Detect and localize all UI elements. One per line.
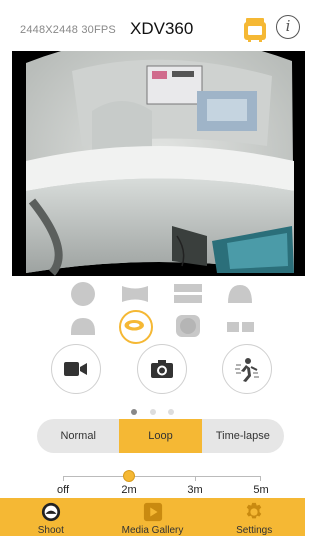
- slider-track: [63, 476, 261, 477]
- dome-view-icon[interactable]: [227, 284, 253, 304]
- timelapse-mode-option[interactable]: Time-lapse: [202, 419, 284, 453]
- shoot-icon: [41, 502, 60, 522]
- tab-settings[interactable]: Settings: [203, 498, 305, 536]
- slider-label-2m: 2m: [121, 484, 137, 496]
- video-mode-button[interactable]: [51, 344, 101, 394]
- burst-mode-button[interactable]: [222, 344, 272, 394]
- photo-camera-icon: [151, 360, 173, 378]
- page-dot[interactable]: [167, 409, 174, 415]
- view-mode-selector: [0, 282, 305, 347]
- burst-icon: [235, 358, 259, 382]
- header: 2448X2448 30FPS XDV360 i: [0, 0, 305, 44]
- tab-settings-label: Settings: [236, 525, 273, 536]
- tab-shoot-label: Shoot: [37, 525, 64, 536]
- video-camera-icon: [64, 362, 87, 376]
- info-icon[interactable]: i: [276, 15, 300, 39]
- tab-media-gallery[interactable]: Media Gallery: [102, 498, 204, 536]
- page-dot[interactable]: [131, 409, 138, 415]
- sphere-view-icon[interactable]: [69, 282, 97, 306]
- slider-label-off: off: [56, 484, 70, 496]
- loop-duration-slider[interactable]: [63, 470, 261, 484]
- slider-thumb[interactable]: [123, 470, 135, 482]
- camera-status-icon[interactable]: [243, 17, 267, 43]
- media-gallery-icon: [143, 502, 162, 522]
- slider-label-5m: 5m: [253, 484, 269, 496]
- resolution-label: 2448X2448 30FPS: [20, 24, 116, 36]
- record-mode-selector: Normal Loop Time-lapse: [37, 419, 284, 453]
- split-view-icon[interactable]: [174, 284, 202, 304]
- dual-panel-view-icon[interactable]: [227, 320, 255, 332]
- ring-view-icon[interactable]: [119, 310, 153, 344]
- camera-title: XDV360: [130, 19, 194, 38]
- slider-label-3m: 3m: [187, 484, 203, 496]
- camera-preview[interactable]: [12, 51, 305, 276]
- slider-tick: [260, 477, 261, 481]
- fisheye-preview-image: [12, 51, 305, 276]
- settings-gear-icon: [246, 502, 262, 519]
- page-dot[interactable]: [149, 409, 156, 415]
- slider-tick: [63, 477, 64, 481]
- bowl-view-icon[interactable]: [70, 316, 96, 336]
- cylinder-view-icon[interactable]: [121, 285, 149, 303]
- rounded-square-view-icon[interactable]: [175, 314, 201, 338]
- photo-mode-button[interactable]: [137, 344, 187, 394]
- tab-media-gallery-label: Media Gallery: [121, 525, 184, 536]
- bottom-tab-bar: Shoot Media Gallery Settings: [0, 498, 305, 536]
- tab-shoot[interactable]: Shoot: [0, 498, 102, 536]
- slider-tick: [195, 477, 196, 481]
- page-indicator: [0, 402, 305, 420]
- loop-mode-option[interactable]: Loop: [119, 419, 202, 453]
- normal-mode-option[interactable]: Normal: [37, 419, 119, 453]
